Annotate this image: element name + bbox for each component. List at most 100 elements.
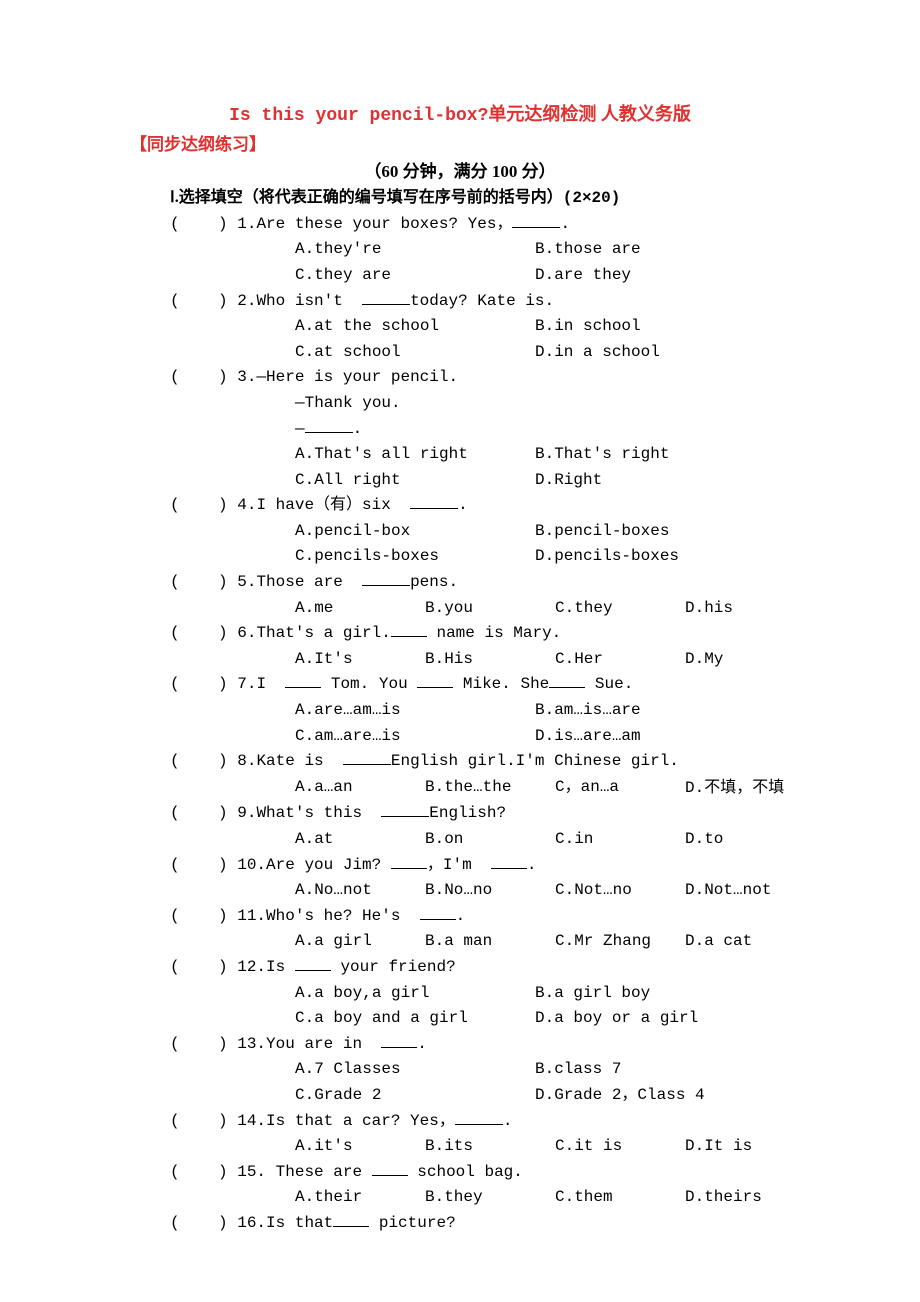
blank[interactable] xyxy=(343,750,391,765)
question-11-options: A.a girl B.a man C.Mr Zhang D.a cat xyxy=(295,929,790,955)
option-d[interactable]: D.不填，不填 xyxy=(685,775,784,802)
question-7-options: A.are…am…is B.am…is…are xyxy=(295,698,790,724)
option-b[interactable]: B.That's right xyxy=(535,442,669,468)
option-c[interactable]: C.All right xyxy=(295,468,535,494)
question-num: 1. xyxy=(237,215,256,233)
question-9-options: A.at B.on C.in D.to xyxy=(295,827,790,853)
option-a[interactable]: A.It's xyxy=(295,647,425,673)
blank[interactable] xyxy=(362,289,410,304)
question-6-options: A.It's B.His C.Her D.My xyxy=(295,647,790,673)
blank[interactable] xyxy=(372,1160,408,1175)
option-d[interactable]: D.to xyxy=(685,827,723,853)
option-d[interactable]: D.are they xyxy=(535,263,631,289)
option-a[interactable]: A.a girl xyxy=(295,929,425,955)
option-b[interactable]: B.No…no xyxy=(425,878,555,904)
option-a[interactable]: A.That's all right xyxy=(295,442,535,468)
option-a[interactable]: A.No…not xyxy=(295,878,425,904)
option-b[interactable]: B.class 7 xyxy=(535,1057,621,1083)
option-d[interactable]: D.is…are…am xyxy=(535,724,641,750)
question-14: ( ) 14.Is that a car? Yes，. xyxy=(170,1109,790,1135)
option-c[interactable]: C.Her xyxy=(555,647,685,673)
option-c[interactable]: C.them xyxy=(555,1185,685,1211)
option-a[interactable]: A.me xyxy=(295,596,425,622)
blank[interactable] xyxy=(512,212,560,227)
option-c[interactable]: C.it is xyxy=(555,1134,685,1160)
option-a[interactable]: A.at the school xyxy=(295,314,535,340)
option-b[interactable]: B.His xyxy=(425,647,555,673)
option-d[interactable]: D.in a school xyxy=(535,340,660,366)
option-d[interactable]: D.his xyxy=(685,596,733,622)
option-b[interactable]: B.a girl boy xyxy=(535,981,650,1007)
question-12: ( ) 12.Is your friend? xyxy=(170,955,790,981)
option-b[interactable]: B.the…the xyxy=(425,775,555,802)
option-b[interactable]: B.they xyxy=(425,1185,555,1211)
question-1-options-row2: C.they are D.are they xyxy=(295,263,790,289)
question-14-options: A.it's B.its C.it is D.It is xyxy=(295,1134,790,1160)
exam-timing: （60 分钟，满分 100 分） xyxy=(130,158,790,185)
option-a[interactable]: A.a boy,a girl xyxy=(295,981,535,1007)
question-2-options: A.at the school B.in school xyxy=(295,314,790,340)
blank[interactable] xyxy=(381,1032,417,1047)
option-d[interactable]: D.It is xyxy=(685,1134,752,1160)
blank[interactable] xyxy=(362,571,410,586)
question-9: ( ) 9.What's this English? xyxy=(170,801,790,827)
blank[interactable] xyxy=(305,417,353,432)
option-a[interactable]: A.are…am…is xyxy=(295,698,535,724)
question-13-options-row2: C.Grade 2 D.Grade 2，Class 4 xyxy=(295,1083,790,1109)
option-b[interactable]: B.those are xyxy=(535,237,641,263)
option-c[interactable]: C.they xyxy=(555,596,685,622)
blank[interactable] xyxy=(491,853,527,868)
option-c[interactable]: C.they are xyxy=(295,263,535,289)
blank[interactable] xyxy=(455,1109,503,1124)
option-c[interactable]: C.Not…no xyxy=(555,878,685,904)
question-12-options: A.a boy,a girl B.a girl boy xyxy=(295,981,790,1007)
blank[interactable] xyxy=(333,1212,369,1227)
option-d[interactable]: D.My xyxy=(685,647,723,673)
option-c[interactable]: C.pencils-boxes xyxy=(295,544,535,570)
option-d[interactable]: D.a boy or a girl xyxy=(535,1006,698,1032)
option-b[interactable]: B.its xyxy=(425,1134,555,1160)
blank[interactable] xyxy=(285,673,321,688)
blank[interactable] xyxy=(410,494,458,509)
question-2: ( ) 2.Who isn't today? Kate is. xyxy=(170,289,790,315)
option-a[interactable]: A.pencil-box xyxy=(295,519,535,545)
option-a[interactable]: A.they're xyxy=(295,237,535,263)
section-note: （将代表正确的编号填写在序号前的括号内）(2×20) xyxy=(243,189,621,207)
blank[interactable] xyxy=(391,853,427,868)
option-b[interactable]: B.pencil-boxes xyxy=(535,519,669,545)
section-roman: Ⅰ. xyxy=(170,189,179,206)
option-b[interactable]: B.you xyxy=(425,596,555,622)
option-c[interactable]: C.at school xyxy=(295,340,535,366)
option-a[interactable]: A.7 Classes xyxy=(295,1057,535,1083)
option-b[interactable]: B.on xyxy=(425,827,555,853)
option-a[interactable]: A.a…an xyxy=(295,775,425,802)
option-c[interactable]: C.Mr Zhang xyxy=(555,929,685,955)
option-c[interactable]: C，an…a xyxy=(555,775,685,802)
blank[interactable] xyxy=(391,622,427,637)
option-d[interactable]: D.Not…not xyxy=(685,878,771,904)
option-d[interactable]: D.a cat xyxy=(685,929,752,955)
option-c[interactable]: C.a boy and a girl xyxy=(295,1006,535,1032)
question-7-options-row2: C.am…are…is D.is…are…am xyxy=(295,724,790,750)
option-b[interactable]: B.a man xyxy=(425,929,555,955)
option-d[interactable]: D.Right xyxy=(535,468,602,494)
option-c[interactable]: C.in xyxy=(555,827,685,853)
blank[interactable] xyxy=(549,673,585,688)
option-d[interactable]: D.theirs xyxy=(685,1185,762,1211)
option-b[interactable]: B.am…is…are xyxy=(535,698,641,724)
option-c[interactable]: C.am…are…is xyxy=(295,724,535,750)
option-a[interactable]: A.at xyxy=(295,827,425,853)
option-d[interactable]: D.Grade 2，Class 4 xyxy=(535,1083,705,1109)
question-11: ( ) 11.Who's he? He's . xyxy=(170,904,790,930)
blank[interactable] xyxy=(417,673,453,688)
option-d[interactable]: D.pencils-boxes xyxy=(535,544,679,570)
option-a[interactable]: A.it's xyxy=(295,1134,425,1160)
option-b[interactable]: B.in school xyxy=(535,314,641,340)
blank[interactable] xyxy=(295,956,331,971)
question-12-options-row2: C.a boy and a girl D.a boy or a girl xyxy=(295,1006,790,1032)
option-c[interactable]: C.Grade 2 xyxy=(295,1083,535,1109)
question-1: ( ) 1.Are these your boxes? Yes，. xyxy=(170,212,790,238)
blank[interactable] xyxy=(420,904,456,919)
blank[interactable] xyxy=(381,802,429,817)
option-a[interactable]: A.their xyxy=(295,1185,425,1211)
